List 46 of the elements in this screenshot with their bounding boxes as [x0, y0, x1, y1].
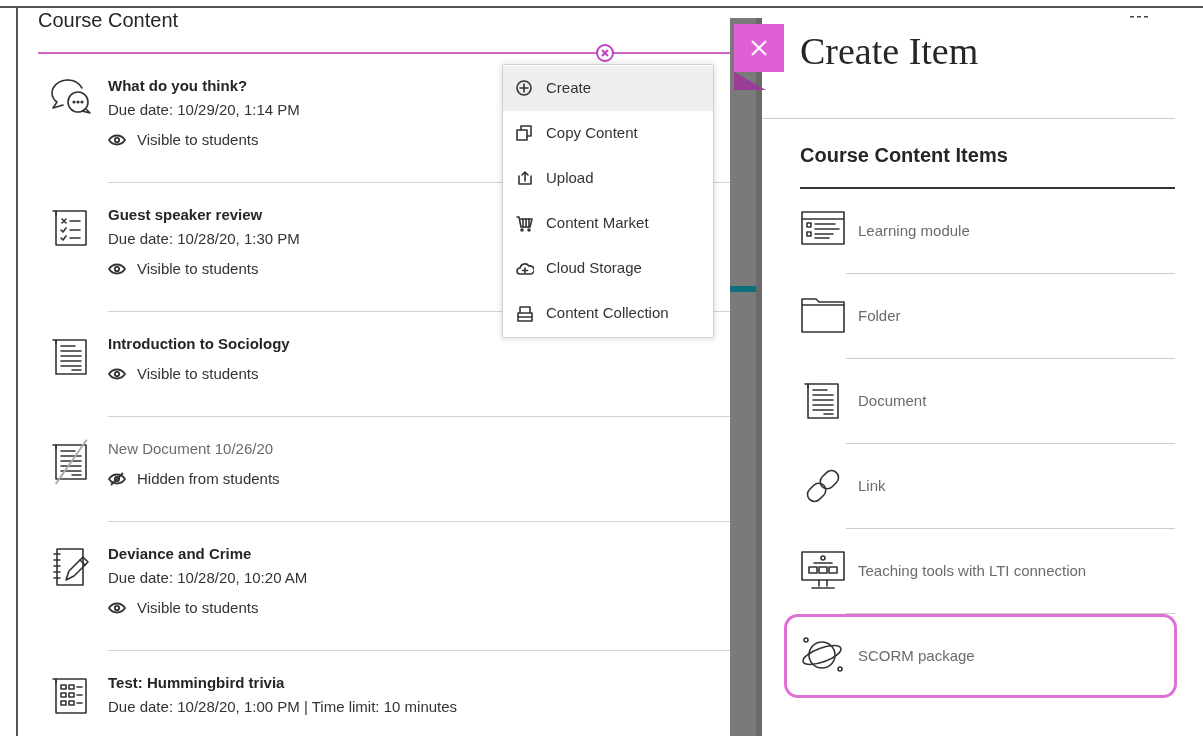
section-heading: Course Content Items: [800, 143, 1009, 167]
visibility-toggle[interactable]: Visible to students: [108, 362, 259, 386]
tab-fold: [734, 72, 766, 90]
content-item[interactable]: Folder: [800, 274, 1175, 358]
eye-icon: [108, 368, 126, 380]
visibility-toggle[interactable]: Visible to students: [108, 257, 259, 281]
item-title[interactable]: Deviance and Crime: [108, 542, 252, 566]
item-title[interactable]: Test: Hummingbird trivia: [108, 671, 285, 695]
tray-icon: [516, 304, 534, 323]
eye-icon: [108, 263, 126, 275]
due-date: Due date: 10/28/20, 10:20 AM: [108, 568, 309, 588]
plus-circle-icon: [516, 79, 534, 98]
due-date: Due date: 10/28/20, 1:00 PM | Time limit: 10 minutes: [108, 697, 459, 717]
menu-item[interactable]: Upload: [503, 156, 713, 201]
content-item[interactable]: SCORM package: [784, 614, 1177, 698]
visibility-toggle[interactable]: Visible to students: [108, 128, 259, 152]
eye-icon: [108, 134, 126, 146]
item-title[interactable]: Introduction to Sociology: [108, 332, 290, 356]
close-icon: [601, 49, 609, 57]
visibility-toggle[interactable]: Hidden from students: [108, 467, 280, 491]
panel-title: Create Item: [799, 29, 980, 74]
menu-item[interactable]: Content Collection: [503, 291, 713, 336]
drag-handle-icon: [1130, 16, 1148, 19]
due-date: Due date: 10/28/20, 1:30 PM: [108, 229, 301, 249]
cart-icon: [516, 214, 534, 233]
section-title: Course Content: [38, 8, 179, 32]
item-title[interactable]: New Document 10/26/20: [108, 437, 274, 461]
close-button[interactable]: [734, 24, 784, 72]
close-add-button[interactable]: [596, 44, 614, 62]
menu-item[interactable]: Cloud Storage: [503, 246, 713, 291]
item-title[interactable]: Guest speaker review: [108, 203, 263, 227]
visibility-toggle[interactable]: Visible to students: [108, 596, 259, 620]
upload-icon: [516, 169, 534, 188]
close-icon: [750, 39, 768, 57]
content-item[interactable]: Document: [800, 359, 1175, 443]
menu-item[interactable]: Create: [503, 66, 713, 111]
copy-icon: [516, 124, 534, 143]
item-title[interactable]: What do you think?: [108, 74, 248, 98]
due-date: Due date: 10/29/20, 1:14 PM: [108, 100, 301, 120]
menu-item[interactable]: Copy Content: [503, 111, 713, 156]
eye-slash-icon: [108, 472, 126, 486]
eye-icon: [108, 602, 126, 614]
content-item[interactable]: Teaching tools with LTI connection: [800, 529, 1175, 613]
content-item[interactable]: Link: [800, 444, 1175, 528]
menu-item[interactable]: Content Market: [503, 201, 713, 246]
content-item[interactable]: Learning module: [800, 189, 1175, 273]
